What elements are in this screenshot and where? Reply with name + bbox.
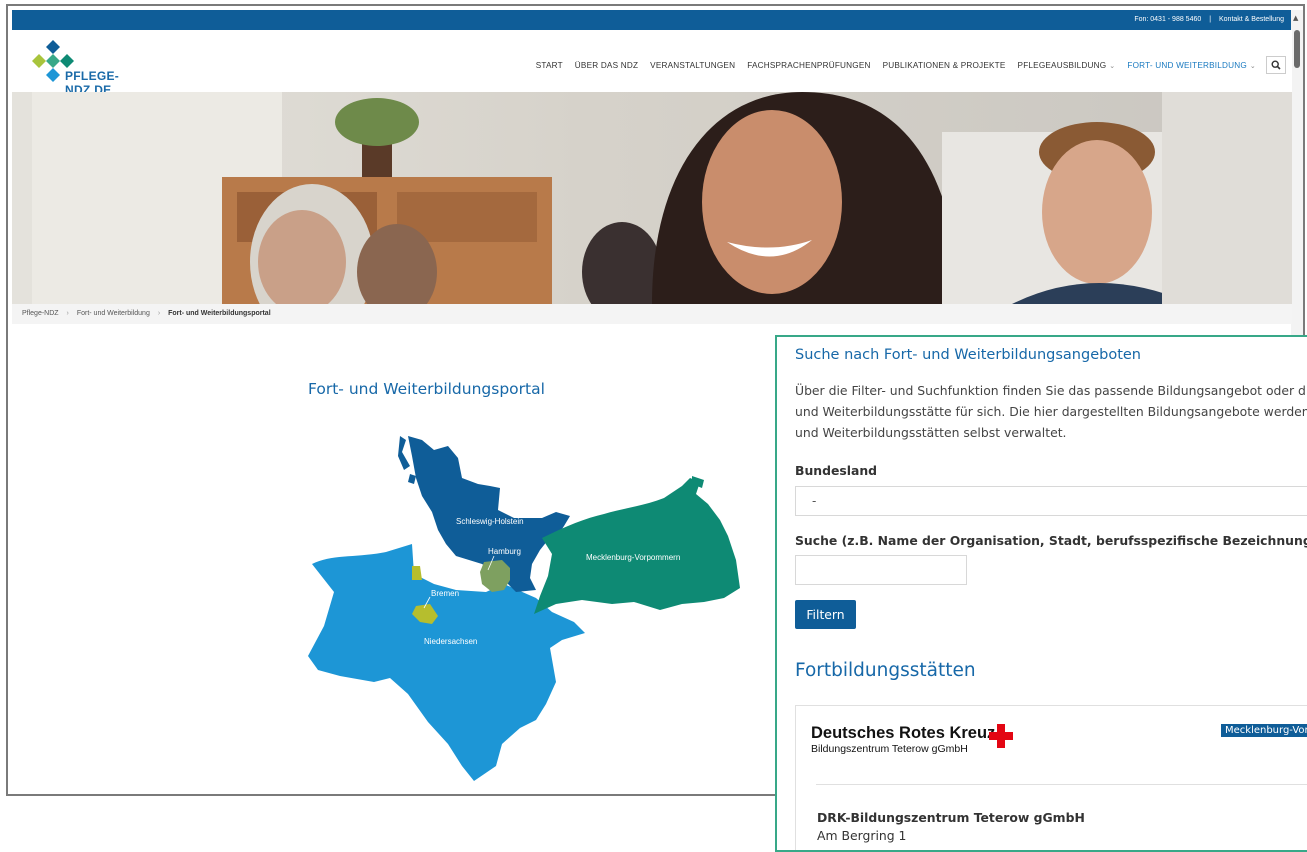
institution-card[interactable]: Deutsches Rotes Kreuz Bildungszentrum Te… (795, 705, 1307, 850)
drk-logo-subtitle: Bildungszentrum Teterow gGmbH (811, 743, 968, 755)
hero-photo (12, 92, 1292, 304)
organization-street: Am Bergring 1 (817, 828, 907, 843)
breadcrumb: Pflege-NDZ › Fort- und Weiterbildung › F… (12, 304, 1292, 324)
map-island (398, 436, 410, 470)
breadcrumb-home[interactable]: Pflege-NDZ (22, 310, 59, 317)
phone-number: Fon: 0431 - 988 5460 (1134, 16, 1202, 23)
hero-image (12, 92, 1292, 304)
map-region-bremerhaven[interactable] (412, 566, 422, 580)
section-title: Fortbildungsstätten (795, 660, 976, 681)
page-title: Fort- und Weiterbildungsportal (308, 380, 545, 398)
search-icon (1271, 60, 1281, 70)
nav-pflegeausbildung-label: PFLEGEAUSBILDUNG (1017, 60, 1107, 70)
nav-fort-und-weiterbildung[interactable]: FORT- UND WEITERBILDUNG ⌄ (1127, 61, 1256, 70)
breadcrumb-current: Fort- und Weiterbildungsportal (168, 310, 271, 317)
description-line: und Weiterbildungsstätte für sich. Die h… (795, 404, 1307, 419)
search-label: Suche (z.B. Name der Organisation, Stadt… (795, 533, 1307, 548)
screenshot-stage: Fon: 0431 - 988 5460 | Kontakt & Bestell… (0, 0, 1307, 852)
card-divider (816, 784, 1307, 785)
breadcrumb-fort-und-weiterbildung[interactable]: Fort- und Weiterbildung (77, 310, 150, 317)
map-region-mecklenburg-vorpommern[interactable] (534, 478, 740, 614)
red-cross-icon (989, 724, 1013, 748)
chevron-down-icon: ⌄ (1249, 62, 1256, 70)
map-label-niedersachsen: Niedersachsen (424, 637, 477, 646)
map-island (408, 474, 416, 484)
nav-fachsprachenpruefungen[interactable]: FACHSPRACHENPRÜFUNGEN (747, 61, 870, 70)
breadcrumb-separator: › (66, 310, 69, 317)
description-line: und Weiterbildungsstätten selbst verwalt… (795, 425, 1067, 440)
nav-fort-und-weiterbildung-label: FORT- UND WEITERBILDUNG (1127, 60, 1247, 70)
nav-veranstaltungen[interactable]: VERANSTALTUNGEN (650, 61, 735, 70)
nav-publikationen-projekte[interactable]: PUBLIKATIONEN & PROJEKTE (883, 61, 1006, 70)
map-region-hamburg[interactable] (480, 560, 510, 592)
scrollbar-thumb[interactable] (1294, 30, 1300, 68)
search-panel-description: Über die Filter- und Suchfunktion finden… (795, 380, 1307, 443)
map-label-hamburg: Hamburg (488, 547, 521, 556)
contact-link[interactable]: Kontakt & Bestellung (1219, 16, 1284, 23)
map-label-schleswig-holstein: Schleswig-Holstein (456, 517, 524, 526)
site-logo[interactable]: PFLEGE-NDZ.DE (28, 38, 158, 97)
search-button[interactable] (1266, 56, 1286, 74)
chevron-down-icon: ⌄ (1109, 62, 1116, 70)
region-badge: Mecklenburg-Vorp (1221, 724, 1307, 737)
top-bar-separator: | (1209, 16, 1212, 23)
organization-name: DRK-Bildungszentrum Teterow gGmbH (817, 810, 1085, 825)
nav-ueber-das-ndz[interactable]: ÜBER DAS NDZ (575, 61, 638, 70)
description-line: Über die Filter- und Suchfunktion finden… (795, 383, 1307, 398)
main-nav: START ÜBER DAS NDZ VERANSTALTUNGEN FACHS… (524, 56, 1286, 74)
top-bar-links: Fon: 0431 - 988 5460 | Kontakt & Bestell… (1134, 16, 1284, 23)
filter-button[interactable]: Filtern (795, 600, 856, 629)
nav-pflegeausbildung[interactable]: PFLEGEAUSBILDUNG ⌄ (1018, 61, 1116, 70)
region-map: Schleswig-Holstein Hamburg Mecklenburg-V… (308, 436, 740, 781)
map-label-bremen: Bremen (431, 589, 459, 598)
bundesland-select[interactable]: - (795, 486, 1307, 516)
search-input[interactable] (795, 555, 967, 585)
scroll-up-icon[interactable]: ▲ (1293, 14, 1298, 22)
nav-start[interactable]: START (536, 61, 563, 70)
map-region-niedersachsen[interactable] (308, 544, 585, 781)
breadcrumb-separator: › (157, 310, 161, 317)
top-bar: Fon: 0431 - 988 5460 | Kontakt & Bestell… (12, 10, 1292, 30)
site-header: PFLEGE-NDZ.DE START ÜBER DAS NDZ VERANST… (12, 30, 1292, 97)
bundesland-label: Bundesland (795, 463, 878, 478)
search-panel: Suche nach Fort- und Weiterbildungsangeb… (775, 335, 1307, 852)
drk-logo-title: Deutsches Rotes Kreuz (811, 724, 996, 742)
map-label-mecklenburg-vorpommern: Mecklenburg-Vorpommern (586, 553, 680, 562)
search-panel-title: Suche nach Fort- und Weiterbildungsangeb… (795, 347, 1141, 363)
